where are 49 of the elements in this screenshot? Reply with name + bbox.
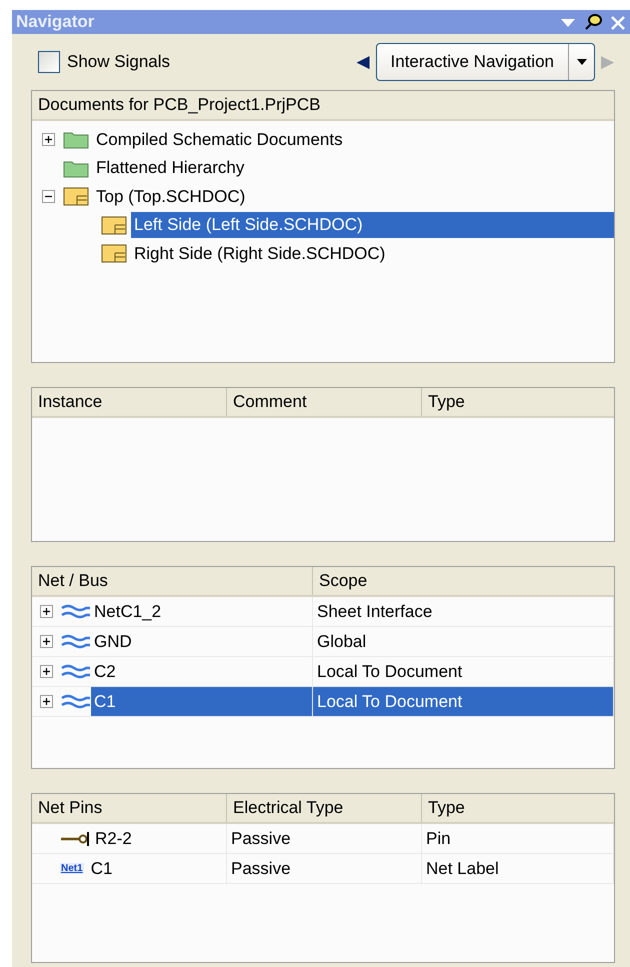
net-name[interactable]: C2 xyxy=(91,657,119,686)
navigation-dropdown[interactable]: Interactive Navigation xyxy=(376,43,595,81)
net-name[interactable]: NetC1_2 xyxy=(91,597,164,626)
net-icon xyxy=(61,662,91,680)
caret-icon xyxy=(576,59,586,65)
column-header[interactable]: Electrical Type xyxy=(227,794,422,822)
show-signals-checkbox[interactable] xyxy=(38,51,60,73)
net-icon xyxy=(61,602,91,620)
tree-item[interactable]: Compiled Schematic Documents xyxy=(93,126,346,152)
type-cell: Net Label xyxy=(422,854,614,883)
sheet-icon xyxy=(101,243,127,264)
collapse-icon[interactable] xyxy=(42,190,55,203)
sheet-icon xyxy=(63,186,89,206)
pin-name: C1 xyxy=(90,858,114,880)
close-icon[interactable] xyxy=(610,13,626,31)
back-button[interactable]: ◀ xyxy=(350,49,376,75)
net-label-icon: Net1 xyxy=(60,863,84,874)
sheet-icon xyxy=(101,214,127,235)
tree-item[interactable]: Right Side (Right Side.SCHDOC) xyxy=(131,240,388,266)
tree-item[interactable]: Top (Top.SCHDOC) xyxy=(93,184,248,209)
net-icon xyxy=(61,692,91,710)
expand-icon[interactable] xyxy=(40,635,53,648)
scope-cell: Local To Document xyxy=(313,657,614,686)
column-header[interactable]: Type xyxy=(422,388,614,416)
net-icon xyxy=(61,632,91,650)
column-header[interactable]: Type xyxy=(422,794,614,822)
column-header[interactable]: Comment xyxy=(227,388,422,416)
expand-icon[interactable] xyxy=(40,605,53,618)
pin-name: R2-2 xyxy=(94,828,133,850)
expand-icon[interactable] xyxy=(42,132,55,146)
net-name[interactable]: C1 xyxy=(91,687,312,716)
column-header[interactable]: Net / Bus xyxy=(32,567,313,595)
expand-icon[interactable] xyxy=(40,695,53,708)
scope-cell: Global xyxy=(313,627,614,656)
window-title: Navigator xyxy=(16,11,94,34)
column-header[interactable]: Net Pins xyxy=(32,794,227,822)
scope-cell: Sheet Interface xyxy=(313,597,614,626)
scope-cell: Local To Document xyxy=(313,687,614,716)
column-header: Documents for PCB_Project1.PrjPCB xyxy=(37,94,322,116)
electrical-type-cell: Passive xyxy=(227,854,422,883)
expand-icon[interactable] xyxy=(40,665,53,678)
net-name[interactable]: GND xyxy=(91,627,135,656)
column-header[interactable]: Instance xyxy=(32,388,227,416)
column-header[interactable]: Scope xyxy=(313,567,614,595)
tree-item[interactable]: Flattened Hierarchy xyxy=(93,155,248,180)
type-cell: Pin xyxy=(422,824,614,853)
tree-item[interactable]: Left Side (Left Side.SCHDOC) xyxy=(131,212,614,238)
electrical-type-cell: Passive xyxy=(227,824,422,853)
show-signals-label: Show Signals xyxy=(67,51,170,74)
